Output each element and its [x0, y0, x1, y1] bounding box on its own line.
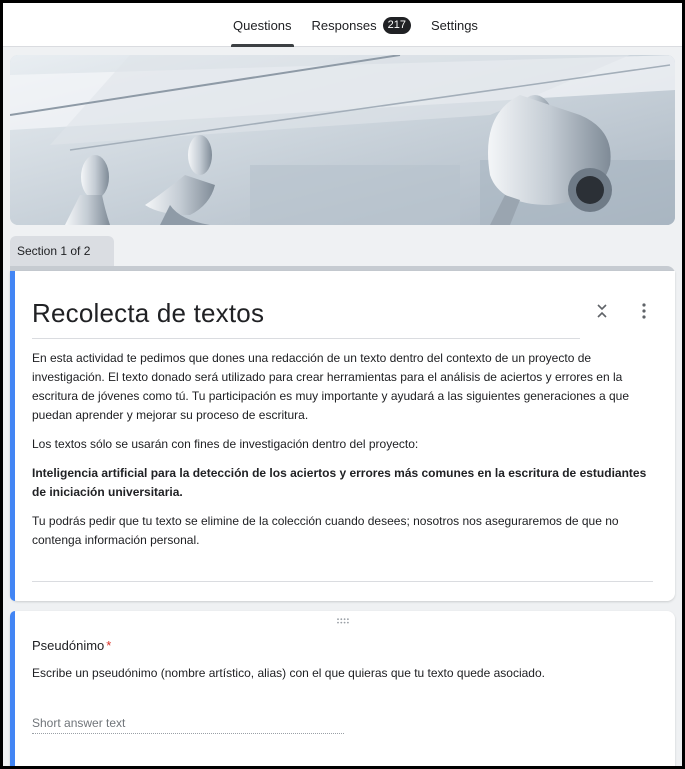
description-paragraph: Los textos sólo se usarán con fines de i… — [32, 437, 419, 451]
title-underline — [32, 338, 580, 339]
top-tab-bar: Questions Responses 217 Settings — [3, 3, 682, 47]
description-paragraph: Tu podrás pedir que tu texto se elimine … — [32, 514, 619, 547]
required-asterisk: * — [106, 638, 112, 653]
tab-list: Questions Responses 217 Settings — [227, 3, 484, 47]
form-editor: Questions Responses 217 Settings Section… — [3, 3, 682, 766]
card-focus-accent — [10, 611, 15, 766]
form-title-card[interactable]: Recolecta de textos En esta actividad te… — [10, 271, 675, 601]
section-indicator: Section 1 of 2 — [10, 236, 114, 266]
header-banner-image — [10, 55, 675, 225]
collapse-section-button[interactable] — [592, 301, 612, 321]
description-project-name: Inteligencia artificial para la detecció… — [32, 466, 647, 499]
robots-banner-illustration — [10, 55, 675, 225]
section-label: Section 1 of 2 — [17, 244, 91, 258]
collapse-icon — [597, 304, 607, 318]
short-answer-field[interactable] — [32, 712, 344, 734]
question-card[interactable]: Pseudónimo * Escribe un pseudónimo (nombr… — [10, 611, 675, 766]
more-vert-icon — [642, 303, 646, 319]
tab-settings[interactable]: Settings — [425, 3, 484, 47]
drag-handle[interactable] — [333, 618, 353, 628]
question-title-text: Pseudónimo — [32, 638, 105, 653]
form-description[interactable]: En esta actividad te pedimos que dones u… — [32, 349, 657, 560]
tab-responses-label: Responses — [311, 17, 377, 33]
description-paragraph: En esta actividad te pedimos que dones u… — [32, 351, 629, 422]
tab-responses[interactable]: Responses 217 — [306, 3, 417, 47]
description-underline — [32, 581, 653, 582]
more-options-button[interactable] — [636, 301, 652, 321]
question-description[interactable]: Escribe un pseudónimo (nombre artístico,… — [32, 666, 545, 680]
tab-settings-label: Settings — [430, 17, 478, 33]
tab-questions-label: Questions — [233, 17, 292, 33]
responses-count-badge: 217 — [382, 16, 411, 34]
form-title[interactable]: Recolecta de textos — [32, 298, 264, 329]
card-focus-accent — [10, 271, 15, 601]
drag-handle-icon — [337, 618, 349, 624]
question-title[interactable]: Pseudónimo * — [32, 638, 111, 653]
tab-questions[interactable]: Questions — [227, 3, 298, 47]
